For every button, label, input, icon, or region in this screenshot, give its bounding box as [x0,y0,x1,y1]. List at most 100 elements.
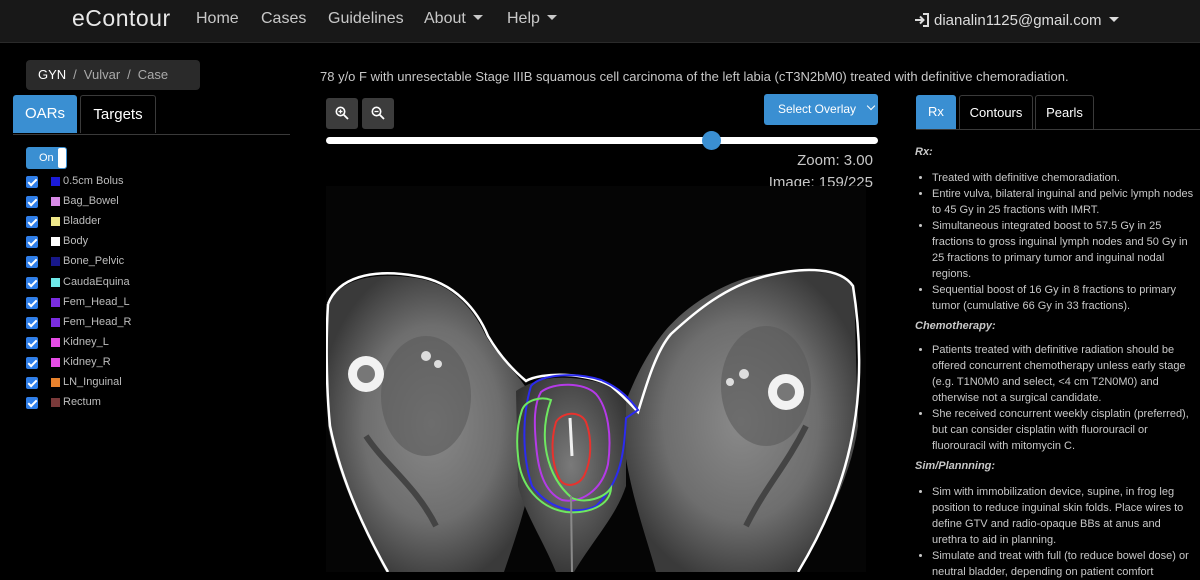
select-overlay-dropdown[interactable]: Select Overlay [764,94,878,125]
oar-checkbox[interactable] [26,276,38,289]
oar-item[interactable]: Fem_Head_L [26,295,226,311]
oar-item[interactable]: Body [26,234,226,250]
oar-checkbox[interactable] [26,377,38,389]
list-item: Sequential boost of 16 Gy in 8 fractions… [932,282,1194,314]
oar-checkbox[interactable] [26,196,38,209]
list-item: Simultaneous integrated boost to 57.5 Gy… [932,218,1194,282]
breadcrumb-subsite[interactable]: Vulvar [84,67,120,82]
nav-about-label: About [424,10,466,27]
tab-oars[interactable]: OARs [13,95,77,133]
info-tabs: Rx Contours Pearls [916,95,1200,130]
oar-checkbox[interactable] [26,356,38,369]
zoom-in-button[interactable] [326,98,358,129]
breadcrumb-site[interactable]: GYN [38,67,66,82]
zoom-out-icon [371,106,385,120]
oar-item[interactable]: Rectum [26,395,226,411]
oar-label: Bladder [63,215,101,228]
brand-logo[interactable]: eContour [72,5,171,32]
oar-label: LN_Inguinal [63,376,122,388]
oar-label: 0.5cm Bolus [63,175,124,187]
caret-down-icon [1108,17,1119,22]
oar-checkbox[interactable] [26,397,38,410]
list-item: Patients treated with definitive radiati… [932,342,1194,406]
zoom-in-icon [335,106,349,120]
list-item: Simulate and treat with full (to reduce … [932,548,1194,580]
sim-list: Sim with immobilization device, supine, … [915,484,1194,580]
oar-item[interactable]: Bone_Pelvic [26,254,226,270]
oar-label: Body [63,235,89,248]
structures-toggle[interactable]: On [26,147,67,169]
nav-guidelines[interactable]: Guidelines [328,10,404,28]
oar-color-swatch [51,297,60,307]
oar-item[interactable]: CaudaEquina [26,275,226,291]
chevron-down-icon [866,101,876,111]
oar-item[interactable]: Kidney_L [26,335,226,351]
zoom-readout: Zoom: 3.00 [797,152,873,169]
toggle-label: On [39,152,54,164]
oar-checkbox[interactable] [26,236,38,249]
oar-label: Kidney_R [63,355,111,368]
oar-item[interactable]: Fem_Head_R [26,315,226,331]
tab-pearls[interactable]: Pearls [1035,95,1094,129]
oar-label: CaudaEquina [63,275,130,288]
user-menu[interactable]: dianalin1125@gmail.com [914,12,1119,29]
sim-heading: Sim/Plannning: [915,460,996,472]
sign-in-icon [915,13,929,27]
oar-label: Kidney_L [63,335,109,348]
nav-home[interactable]: Home [196,10,239,28]
oar-color-swatch [51,237,60,247]
slice-slider-track[interactable] [326,137,878,144]
nav-help[interactable]: Help [507,10,557,28]
oar-checkbox[interactable] [26,336,38,349]
oar-color-swatch [51,257,60,267]
oar-checkbox[interactable] [26,216,38,229]
list-item: She received concurrent weekly cisplatin… [932,406,1194,454]
caret-down-icon [472,15,483,20]
oar-checkbox[interactable] [26,316,38,329]
slice-slider-thumb[interactable] [701,131,721,150]
list-item: Entire vulva, bilateral inguinal and pel… [932,186,1194,218]
caret-down-icon [546,15,557,20]
chemo-list: Patients treated with definitive radiati… [915,342,1194,454]
oar-item[interactable]: 0.5cm Bolus [26,174,226,190]
ct-slice [325,268,861,573]
oar-color-swatch [51,197,60,207]
rx-list: Treated with definitive chemoradiation. … [915,170,1194,314]
oar-color-swatch [51,317,60,327]
oar-color-swatch [51,398,60,408]
oar-item[interactable]: Bladder [26,214,226,230]
oar-item[interactable]: LN_Inguinal [26,375,226,391]
oar-checkbox[interactable] [26,176,38,188]
nav-help-label: Help [507,10,540,27]
breadcrumb: GYN/Vulvar/Case #140 [26,60,200,112]
toggle-knob [58,148,66,168]
oar-label: Bag_Bowel [63,195,119,208]
oar-item[interactable]: Bag_Bowel [26,194,226,210]
oar-color-swatch [51,357,60,367]
ct-image-viewer[interactable] [325,186,866,573]
select-overlay-label: Select Overlay [778,102,857,116]
nav-about[interactable]: About [424,10,483,28]
nav-cases[interactable]: Cases [261,10,306,28]
zoom-out-button[interactable] [362,98,394,129]
oar-label: Rectum [63,396,101,409]
chemo-heading: Chemotherapy: [915,320,996,332]
tab-contours[interactable]: Contours [959,95,1033,129]
list-item: Treated with definitive chemoradiation. [932,170,1194,186]
structure-tabs: OARs Targets [13,95,290,135]
user-email: dianalin1125@gmail.com [934,12,1102,29]
oar-color-swatch [51,217,60,227]
navbar: eContour Home Cases Guidelines About Hel… [0,0,1200,43]
oar-color-swatch [51,337,60,347]
oar-label: Fem_Head_R [63,315,132,328]
case-title: 78 y/o F with unresectable Stage IIIB sq… [320,69,1069,84]
tab-rx[interactable]: Rx [916,95,956,129]
oar-label: Bone_Pelvic [63,255,125,268]
oar-color-swatch [51,177,60,186]
oar-label: Fem_Head_L [63,295,130,308]
list-item: Sim with immobilization device, supine, … [932,484,1194,548]
oar-item[interactable]: Kidney_R [26,355,226,371]
tab-targets[interactable]: Targets [80,95,156,133]
oar-checkbox[interactable] [26,256,38,269]
oar-checkbox[interactable] [26,296,38,309]
